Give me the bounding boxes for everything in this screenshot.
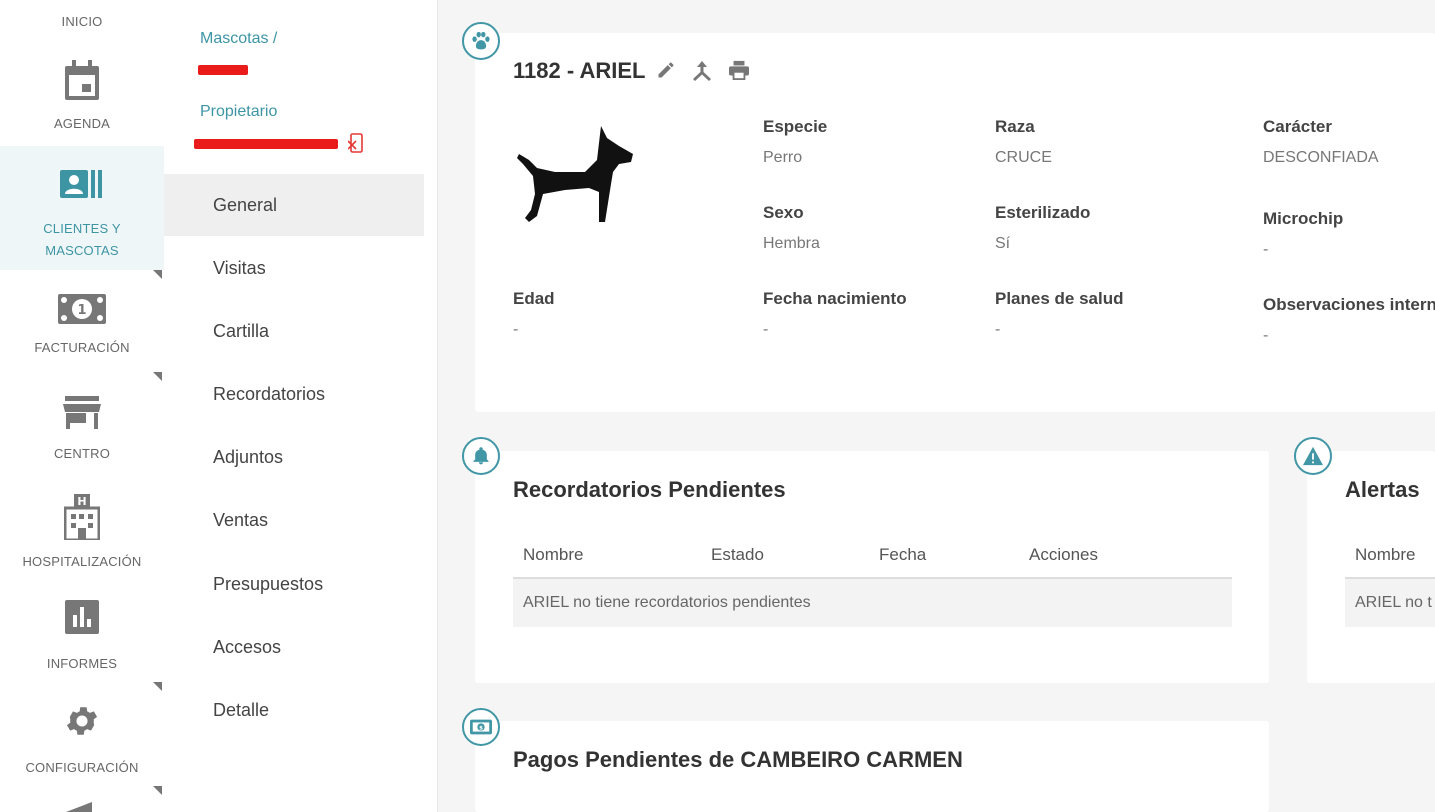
dog-silhouette xyxy=(517,126,633,222)
nav-hospitalizacion[interactable]: H HOSPITALIZACIÓN xyxy=(0,494,164,574)
reminders-title: Recordatorios Pendientes xyxy=(513,477,786,502)
app: INICIO AGENDA CLIENTES Y MASCOTAS 1 FACT… xyxy=(0,0,1435,812)
field-caracter-label: Carácter xyxy=(1263,117,1332,136)
field-microchip-value: - xyxy=(1263,241,1269,258)
redacted-owner-name xyxy=(194,139,338,149)
payments-title: Pagos Pendientes de CAMBEIRO CARMEN xyxy=(513,747,963,772)
svg-text:$: $ xyxy=(479,725,483,731)
reminders-col-nombre: Nombre xyxy=(523,545,584,564)
nav-inicio[interactable]: INICIO xyxy=(0,14,164,44)
nav-inicio-label: INICIO xyxy=(61,14,103,29)
store-icon xyxy=(63,396,101,429)
main-nav-rail: INICIO AGENDA CLIENTES Y MASCOTAS 1 FACT… xyxy=(0,0,164,812)
reminders-empty-row: ARIEL no tiene recordatorios pendientes xyxy=(513,579,1232,627)
field-microchip-label: Microchip xyxy=(1263,209,1344,228)
redacted-pet-name xyxy=(198,65,248,75)
field-especie-label: Especie xyxy=(763,117,828,136)
print-icon[interactable] xyxy=(728,60,750,80)
field-especie-value: Perro xyxy=(763,149,803,166)
merge-icon[interactable] xyxy=(690,60,714,82)
nav-configuracion[interactable]: CONFIGURACIÓN xyxy=(0,702,164,795)
nav-agenda[interactable]: AGENDA xyxy=(0,60,164,144)
field-raza-label: Raza xyxy=(995,117,1035,136)
paw-icon xyxy=(472,31,490,50)
hospital-icon: H xyxy=(64,494,100,540)
nav-clientes-label-1: CLIENTES Y xyxy=(43,221,121,236)
money-icon: $ xyxy=(470,719,492,735)
field-edad-value: - xyxy=(513,321,519,338)
submenu-adjuntos[interactable]: Adjuntos xyxy=(164,426,424,488)
field-esterilizado-value: Sí xyxy=(995,235,1011,252)
reminders-badge xyxy=(462,437,500,475)
contact-card-icon xyxy=(60,170,102,198)
gear-icon xyxy=(66,707,98,735)
svg-text:H: H xyxy=(77,495,86,508)
nav-clientes-label-2: MASCOTAS xyxy=(45,243,119,258)
field-planes-label: Planes de salud xyxy=(995,289,1124,308)
submenu-cartilla[interactable]: Cartilla xyxy=(164,300,424,362)
nav-informes[interactable]: INFORMES xyxy=(0,600,164,691)
owner-link[interactable]: Propietario xyxy=(200,103,277,121)
edit-icon[interactable] xyxy=(656,60,676,80)
field-raza-value: CRUCE xyxy=(995,149,1052,166)
calendar-icon xyxy=(65,60,99,100)
nav-facturacion-label: FACTURACIÓN xyxy=(34,340,130,355)
field-observaciones-label: Observaciones internas xyxy=(1263,295,1435,314)
submenu-presupuestos[interactable]: Presupuestos xyxy=(164,553,424,615)
money-icon: 1 xyxy=(58,294,106,324)
expand-caret xyxy=(153,372,162,381)
field-observaciones-value: - xyxy=(1263,327,1269,344)
pet-title: 1182 - ARIEL xyxy=(513,58,646,83)
nav-agenda-label: AGENDA xyxy=(53,116,111,131)
submenu-general[interactable]: General xyxy=(164,174,424,236)
field-edad-label: Edad xyxy=(513,289,555,308)
expand-caret xyxy=(153,682,162,691)
alerts-empty-row: ARIEL no t xyxy=(1345,579,1435,627)
field-nacimiento-label: Fecha nacimiento xyxy=(763,289,907,308)
bell-icon xyxy=(473,447,489,465)
svg-text:1: 1 xyxy=(77,303,86,318)
field-esterilizado-label: Esterilizado xyxy=(995,203,1091,222)
field-sexo-label: Sexo xyxy=(763,203,804,222)
nav-configuracion-label: CONFIGURACIÓN xyxy=(25,760,139,775)
expand-caret xyxy=(153,786,162,795)
reminders-col-estado: Estado xyxy=(711,545,764,564)
payments-badge: $ xyxy=(462,708,500,746)
submenu-ventas[interactable]: Ventas xyxy=(164,489,424,551)
field-nacimiento-value: - xyxy=(763,321,769,338)
pet-submenu: Mascotas / Propietario General Visitas C… xyxy=(164,0,438,812)
field-caracter-value: DESCONFIADA xyxy=(1263,149,1379,166)
nav-centro[interactable]: CENTRO xyxy=(0,396,164,472)
submenu-accesos[interactable]: Accesos xyxy=(164,616,424,678)
submenu-visitas[interactable]: Visitas xyxy=(164,237,424,299)
nav-clientes-mascotas[interactable]: CLIENTES Y MASCOTAS xyxy=(0,146,164,279)
field-sexo-value: Hembra xyxy=(763,235,820,252)
nav-centro-label: CENTRO xyxy=(53,446,111,461)
alerts-col-nombre: Nombre xyxy=(1355,545,1416,564)
nav-hospitalizacion-label: HOSPITALIZACIÓN xyxy=(22,554,142,569)
nav-facturacion[interactable]: 1 FACTURACIÓN xyxy=(0,292,164,381)
alerts-title: Alertas xyxy=(1345,477,1420,502)
field-planes-value: - xyxy=(995,321,1001,338)
megaphone-icon[interactable] xyxy=(62,800,98,812)
nav-informes-label: INFORMES xyxy=(46,656,118,671)
breadcrumb-mascotas[interactable]: Mascotas / xyxy=(200,30,277,48)
submenu-detalle[interactable]: Detalle xyxy=(164,679,424,741)
pet-card-badge xyxy=(462,22,500,60)
expand-caret xyxy=(153,270,162,279)
submenu-recordatorios[interactable]: Recordatorios xyxy=(164,363,424,425)
alerts-badge xyxy=(1294,437,1332,475)
warning-icon xyxy=(1303,446,1323,466)
phone-off-icon[interactable] xyxy=(348,133,364,153)
bar-chart-icon xyxy=(65,600,99,634)
reminders-col-fecha: Fecha xyxy=(879,545,927,564)
reminders-col-acciones: Acciones xyxy=(1029,545,1098,564)
